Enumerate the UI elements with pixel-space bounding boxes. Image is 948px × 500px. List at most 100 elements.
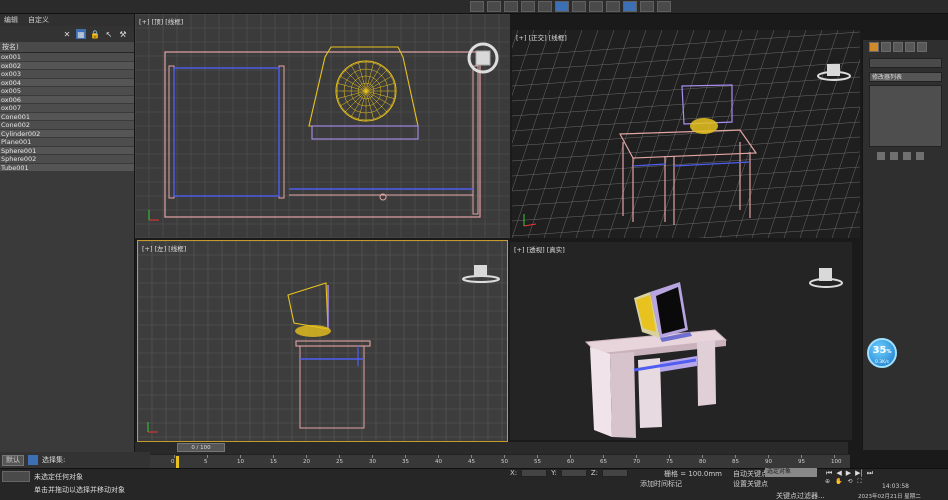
toolbar-icon-10[interactable] [623, 1, 637, 12]
command-panel-tabs [863, 40, 948, 54]
object-name-field[interactable] [869, 58, 942, 68]
scene-object-item[interactable]: ox005 [0, 87, 134, 96]
play-icon[interactable]: ▶ [846, 469, 851, 478]
remove-modifier-icon[interactable] [916, 152, 924, 160]
scene-object-item[interactable]: Sphere002 [0, 155, 134, 164]
menu-edit[interactable]: 编辑 [4, 15, 18, 25]
scene-object-item[interactable]: Cylinder002 [0, 129, 134, 138]
selection-set-dropdown[interactable]: 默认 [2, 454, 24, 466]
show-end-result-icon[interactable] [890, 152, 898, 160]
viewport-left-label[interactable]: [+] [左] [线框] [142, 243, 186, 253]
scene-explorer-tools: ✕ ▦ 🔒 ↖ ⚒ [0, 26, 134, 42]
motion-tab-icon[interactable] [905, 42, 915, 52]
ruler-tick [273, 455, 274, 458]
scene-object-item[interactable]: ox003 [0, 70, 134, 79]
hierarchy-tab-icon[interactable] [893, 42, 903, 52]
table-left-outline [295, 340, 371, 347]
ruler-tick-label: 20 [303, 459, 310, 465]
pin-stack-icon[interactable] [877, 152, 885, 160]
scene-object-item[interactable]: ox001 [0, 53, 134, 62]
create-tab-icon[interactable] [869, 42, 879, 52]
maximize-icon[interactable]: ⛶ [858, 478, 862, 486]
track-bar[interactable]: 0 5 10 15 20 25 30 35 40 45 50 55 60 65 70 75 80 85 90 95 10… [150, 454, 850, 468]
prev-frame-icon[interactable]: ◀ [836, 469, 841, 478]
table-top-outline [164, 51, 481, 218]
viewport-perspective-label[interactable]: [+] [正交] [线框] [516, 32, 567, 42]
y-field[interactable] [560, 469, 587, 477]
make-unique-icon[interactable] [903, 152, 911, 160]
scene-object-item[interactable]: Cone001 [0, 112, 134, 121]
scene-object-item[interactable]: ox002 [0, 61, 134, 70]
viewport-camera-label[interactable]: [+] [透视] [真实] [514, 244, 565, 254]
pan-icon[interactable]: ✋ [835, 478, 842, 486]
scene-explorer-column-header[interactable]: 按名) [0, 42, 134, 53]
z-label: Z: [590, 469, 599, 477]
command-panel: 修改器列表 [862, 40, 948, 450]
key-filters-button[interactable]: 关键点过滤器... [776, 491, 825, 500]
viewport-perspective[interactable]: [+] [正交] [线框] [512, 30, 860, 238]
layer-icon[interactable] [28, 455, 38, 465]
auto-key-selection-dropdown[interactable]: 选定对象 [765, 468, 817, 477]
ruler-tick-label: 80 [699, 459, 706, 465]
clock-time: 14:03:58 [882, 483, 909, 490]
modifier-list-dropdown[interactable]: 修改器列表 [869, 72, 942, 82]
x-field[interactable] [521, 469, 548, 477]
scene-object-item[interactable]: Tube001 [0, 163, 134, 172]
go-to-start-icon[interactable]: ⏮ [826, 469, 832, 478]
lock-icon[interactable]: 🔒 [90, 29, 100, 39]
toolbar-icon-6[interactable] [555, 1, 569, 12]
orbit-icon[interactable]: ⟲ [848, 478, 853, 486]
playback-controls: ⏮ ◀ ▶ ▶| ⏭ [826, 469, 873, 478]
ruler-tick [471, 455, 472, 458]
time-slider-knob[interactable]: 0 / 100 [177, 443, 225, 452]
viewport-left[interactable]: [+] [左] [线框] [137, 240, 508, 442]
ruler-tick-label: 100 [831, 459, 842, 465]
z-field[interactable] [602, 469, 629, 477]
viewport-top[interactable]: [+] [顶] [线框] [135, 14, 510, 238]
wrench-icon[interactable]: ⚒ [118, 29, 128, 39]
scene-object-item[interactable]: Cone002 [0, 121, 134, 130]
close-icon[interactable]: ✕ [62, 29, 72, 39]
next-frame-icon[interactable]: ▶| [855, 469, 863, 478]
scene-object-item[interactable]: ox007 [0, 104, 134, 113]
go-to-end-icon[interactable]: ⏭ [867, 469, 873, 478]
display-tab-icon[interactable] [917, 42, 927, 52]
scene-object-item[interactable]: Sphere001 [0, 146, 134, 155]
scene-object-item[interactable]: ox006 [0, 95, 134, 104]
toolbar-icon-7[interactable] [572, 1, 586, 12]
set-key-button[interactable]: 设置关键点 [733, 479, 768, 489]
playhead[interactable] [176, 456, 179, 468]
toolbar-icon-11[interactable] [640, 1, 654, 12]
ruler-tick-label: 70 [633, 459, 640, 465]
toolbar-icon-12[interactable] [657, 1, 671, 12]
scene-explorer-menu: 编辑 自定义 [0, 14, 134, 26]
modify-tab-icon[interactable] [881, 42, 891, 52]
pointer-icon[interactable]: ↖ [104, 29, 114, 39]
toolbar-icon-2[interactable] [487, 1, 501, 12]
toolbar-icon-8[interactable] [589, 1, 603, 12]
viewport-top-canvas [135, 14, 510, 238]
toolbar-icon-5[interactable] [538, 1, 552, 12]
toolbar-icon-9[interactable] [606, 1, 620, 12]
scene-object-item[interactable]: ox004 [0, 78, 134, 87]
modifier-stack[interactable] [869, 85, 942, 147]
toolbar-icon-4[interactable] [521, 1, 535, 12]
viewport-camera[interactable]: [+] [透视] [真实] [510, 242, 852, 440]
ruler-tick-label: 10 [237, 459, 244, 465]
performance-badge[interactable]: 35% 0.3K/s [867, 338, 897, 368]
grid-size: 栅格 = 100.0mm [664, 470, 722, 478]
ruler-tick [603, 455, 604, 458]
scene-object-item[interactable]: Plane001 [0, 138, 134, 147]
viewport-top-label[interactable]: [+] [顶] [线框] [139, 16, 183, 26]
menu-customize[interactable]: 自定义 [28, 15, 49, 25]
add-time-tag-button[interactable]: 添加时间标记 [640, 479, 682, 489]
auto-key-button[interactable]: 自动关键点 [733, 469, 768, 479]
toolbar-icon-1[interactable] [470, 1, 484, 12]
toolbar-icon-3[interactable] [504, 1, 518, 12]
time-slider[interactable]: 0 / 100 [135, 442, 848, 454]
filter-icon[interactable]: ▦ [76, 29, 86, 39]
maxscript-listener-button[interactable] [2, 471, 30, 482]
zoom-icon[interactable]: ⊕ [825, 478, 830, 486]
viewport-camera-canvas [584, 268, 843, 438]
clock-date: 2023年02月21日 星期二 [858, 494, 921, 500]
